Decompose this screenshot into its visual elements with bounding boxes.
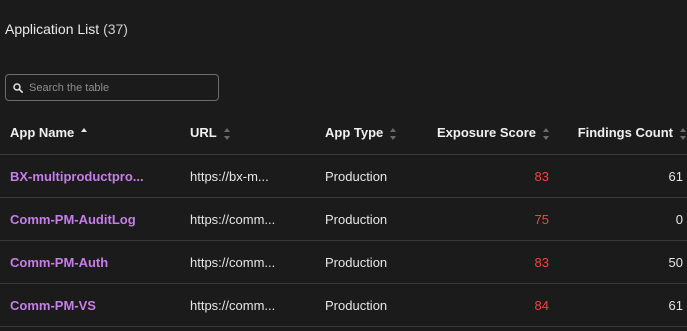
exposure-score-cell: 83 [437, 154, 563, 198]
sort-icon[interactable] [223, 127, 231, 140]
column-header-app-type[interactable]: App Type [325, 111, 437, 155]
exposure-score-cell: 83 [437, 240, 563, 284]
search-icon [13, 82, 23, 93]
column-header-app-name[interactable]: App Name [0, 111, 190, 155]
table-row[interactable]: Comm-PM-Auth https://comm... Production … [0, 240, 687, 284]
search-box[interactable] [5, 74, 219, 101]
table-row[interactable]: Comm-PM-AuditLog https://comm... Product… [0, 197, 687, 241]
column-label: Findings Count [577, 125, 673, 140]
app-name-link[interactable]: Comm-PM-VS [10, 298, 96, 313]
column-header-findings-count[interactable]: Findings Count [563, 111, 687, 155]
exposure-score-cell: 84 [437, 283, 563, 327]
exposure-score-cell: 75 [437, 197, 563, 241]
table-row[interactable]: Comm-PM-VS https://comm... Production 84… [0, 283, 687, 327]
application-table: App Name URL App Type Exposure Score Fin… [0, 111, 687, 327]
app-type-cell: Production [325, 240, 437, 284]
sort-icon[interactable] [680, 127, 687, 140]
findings-count-cell: 61 [563, 283, 687, 327]
sort-ascending-icon[interactable] [81, 127, 88, 140]
url-cell: https://bx-m... [190, 154, 325, 198]
app-type-cell: Production [325, 197, 437, 241]
findings-count-cell: 0 [563, 197, 687, 241]
app-count: (37) [103, 21, 128, 37]
app-name-link[interactable]: Comm-PM-Auth [10, 255, 108, 270]
app-name-link[interactable]: Comm-PM-AuditLog [10, 212, 136, 227]
search-input[interactable] [29, 81, 209, 94]
app-type-cell: Production [325, 154, 437, 198]
column-label: Exposure Score [437, 125, 536, 140]
table-header-row: App Name URL App Type Exposure Score Fin… [0, 111, 687, 155]
column-label: App Name [10, 125, 75, 140]
column-header-url[interactable]: URL [190, 111, 325, 155]
column-label: URL [190, 125, 217, 140]
url-cell: https://comm... [190, 240, 325, 284]
page-title: Application List (37) [5, 21, 128, 37]
url-cell: https://comm... [190, 197, 325, 241]
title-text: Application List [5, 21, 100, 37]
column-header-exposure-score[interactable]: Exposure Score [437, 111, 563, 155]
sort-icon[interactable] [390, 127, 397, 140]
url-cell: https://comm... [190, 283, 325, 327]
app-name-link[interactable]: BX-multiproductpro... [10, 169, 144, 184]
table-row[interactable]: BX-multiproductpro... https://bx-m... Pr… [0, 154, 687, 198]
column-label: App Type [325, 125, 384, 140]
application-list-panel: Application List (37) App Name URL App T… [0, 0, 687, 331]
app-type-cell: Production [325, 283, 437, 327]
sort-icon[interactable] [543, 127, 550, 140]
findings-count-cell: 61 [563, 154, 687, 198]
findings-count-cell: 50 [563, 240, 687, 284]
